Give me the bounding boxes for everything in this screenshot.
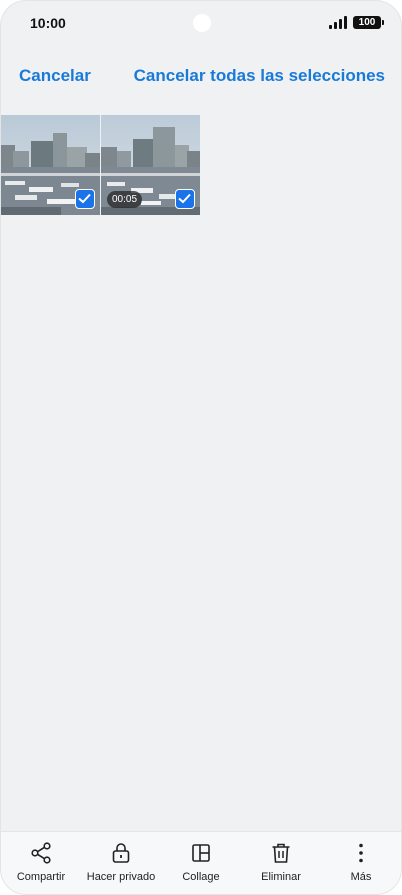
selected-checkbox[interactable] — [75, 189, 95, 209]
selection-header: Cancelar Cancelar todas las selecciones — [1, 61, 401, 93]
more-vertical-icon — [359, 843, 363, 863]
lock-icon — [112, 843, 130, 863]
share-label: Compartir — [16, 871, 66, 883]
battery-icon: 100 — [353, 16, 384, 29]
share-icon — [31, 842, 51, 864]
media-grid: 00:05 — [1, 115, 200, 215]
status-bar: 10:00 100 — [1, 1, 401, 45]
checkmark-icon — [78, 193, 91, 204]
media-item-photo[interactable] — [1, 115, 100, 215]
video-duration-badge: 00:05 — [107, 191, 143, 208]
delete-button[interactable]: Eliminar — [242, 832, 320, 883]
trash-icon — [272, 843, 290, 863]
status-time: 10:00 — [30, 15, 66, 31]
status-icons: 100 — [329, 16, 384, 29]
more-button[interactable]: Más — [322, 832, 400, 883]
collage-button[interactable]: Collage — [162, 832, 240, 883]
front-camera — [193, 14, 211, 32]
bottom-toolbar: Compartir Hacer privado Collage Eliminar… — [1, 831, 401, 894]
cancel-all-selections-button[interactable]: Cancelar todas las selecciones — [134, 66, 385, 86]
make-private-label: Hacer privado — [86, 871, 156, 883]
delete-label: Eliminar — [261, 871, 301, 883]
media-item-video[interactable]: 00:05 — [101, 115, 200, 215]
selected-checkbox[interactable] — [175, 189, 195, 209]
collage-label: Collage — [182, 871, 220, 883]
checkmark-icon — [178, 193, 191, 204]
more-label: Más — [350, 871, 372, 883]
phone-screen: 10:00 100 Cancelar Cancelar todas las se… — [0, 0, 402, 895]
make-private-button[interactable]: Hacer privado — [82, 832, 160, 883]
cancel-button[interactable]: Cancelar — [19, 66, 91, 86]
signal-icon — [329, 16, 347, 29]
collage-icon — [192, 844, 210, 862]
share-button[interactable]: Compartir — [2, 832, 80, 883]
